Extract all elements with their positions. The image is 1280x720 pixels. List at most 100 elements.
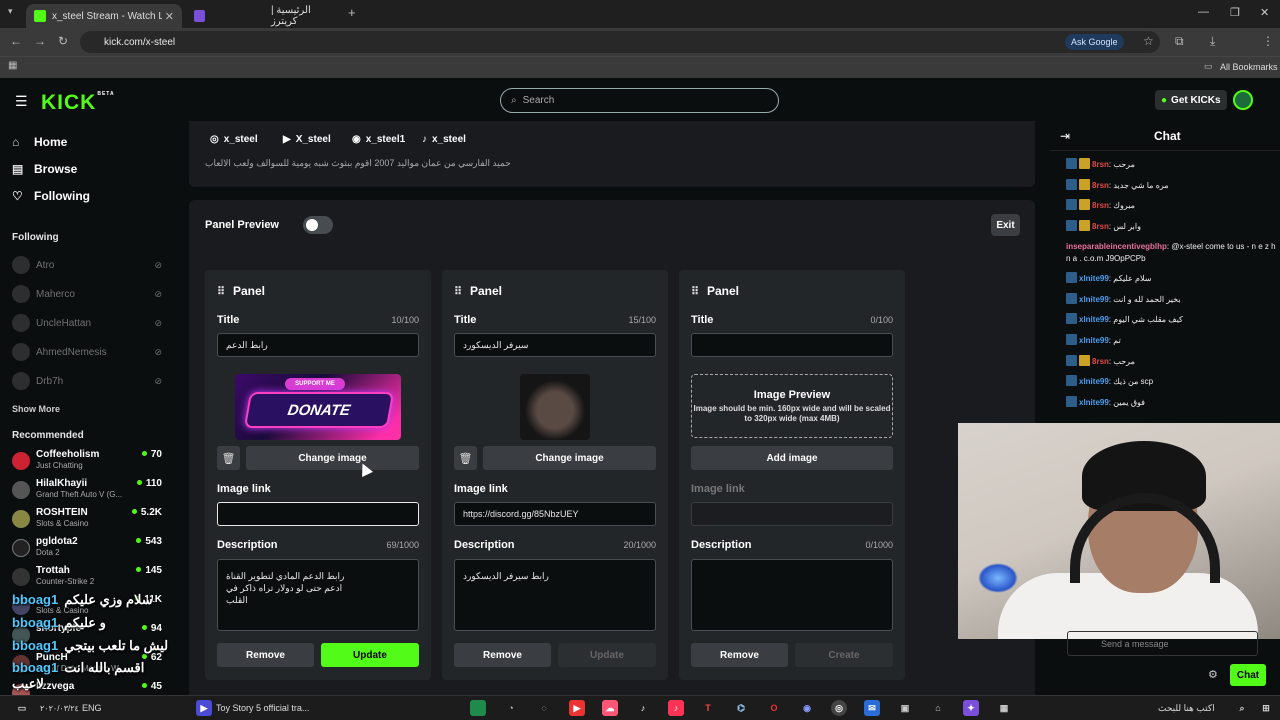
gear-icon[interactable]: ⚙ (1208, 668, 1218, 681)
change-image-button[interactable]: Change image (483, 446, 656, 470)
close-icon[interactable]: ✕ (165, 10, 174, 23)
change-image-button[interactable]: Change image (246, 446, 419, 470)
panel-header[interactable]: ⠿ Panel (217, 284, 265, 298)
url-field[interactable]: kick.com/x-steel Ask Google (80, 31, 1160, 53)
app-icon[interactable]: ◌ (536, 700, 552, 716)
chat-username[interactable]: xlnite99 (1079, 295, 1109, 304)
tab-kick[interactable]: x_steel Stream - Watch Live on Kick ✕ (26, 4, 182, 28)
following-item[interactable]: Maherco ⊘ (12, 285, 162, 303)
image-preview-dropzone[interactable]: Image Preview Image should be min. 160px… (691, 374, 893, 438)
chat-username[interactable]: xlnite99 (1079, 377, 1109, 386)
chat-send-button[interactable]: Chat (1230, 664, 1266, 686)
download-icon[interactable]: ⤓ (1210, 34, 1215, 49)
create-button[interactable]: Create (795, 643, 893, 667)
tiktok-icon[interactable]: ♪ (635, 700, 651, 716)
drag-handle-icon[interactable]: ⠿ (691, 285, 699, 298)
panel-preview-toggle[interactable] (303, 216, 333, 234)
star-icon[interactable]: ☆ (1143, 34, 1154, 48)
get-kicks-button[interactable]: ● Get KICKs (1155, 90, 1227, 110)
remove-button[interactable]: Remove (454, 643, 551, 667)
social-link-tiktok[interactable]: ♪ x_steel (422, 134, 466, 145)
image-link-input[interactable] (217, 502, 419, 526)
following-item[interactable]: Drb7h ⊘ (12, 372, 162, 390)
recommended-item[interactable]: pgldota2 Dota 2 543 (12, 536, 162, 562)
language-indicator[interactable]: ENG (82, 703, 102, 713)
following-item[interactable]: AhmedNemesis ⊘ (12, 343, 162, 361)
sidebar-item-following[interactable]: ♡ Following (12, 189, 90, 203)
soundcloud-icon[interactable]: ☁ (602, 700, 618, 716)
panel-header[interactable]: ⠿ Panel (454, 284, 502, 298)
store-icon[interactable]: ▣ (897, 700, 913, 716)
image-link-input[interactable]: https://discord.gg/85NbzUEY (454, 502, 656, 526)
social-link-discord[interactable]: ◉ x_steel1 (352, 134, 405, 145)
chat-username[interactable]: xlnite99 (1079, 398, 1109, 407)
copilot-icon[interactable]: ✦ (963, 700, 979, 716)
recommended-item[interactable]: ROSHTEIN Slots & Casino 5.2K (12, 507, 162, 533)
taskbar-search[interactable]: اكتب هنا للبحث (1158, 703, 1215, 714)
new-tab-icon[interactable]: + (348, 5, 356, 20)
speedometer-icon[interactable]: ◔ (503, 700, 519, 716)
collapse-chat-icon[interactable]: ⇥ (1060, 129, 1070, 143)
update-button[interactable]: Update (558, 643, 656, 667)
opera-icon[interactable]: O (766, 700, 782, 716)
media-title[interactable]: Toy Story 5 official tra... (216, 703, 309, 713)
chat-username[interactable]: xlnite99 (1079, 315, 1109, 324)
chat-message-input[interactable]: Send a message (1067, 631, 1258, 656)
chat-username[interactable]: 8rsn (1092, 160, 1109, 169)
recommended-item[interactable]: Trottah Counter-Strike 2 145 (12, 565, 162, 591)
all-bookmarks-link[interactable]: All Bookmarks (1220, 62, 1278, 72)
image-link-input[interactable] (691, 502, 893, 526)
show-more-link[interactable]: Show More (12, 404, 60, 414)
chat-username[interactable]: 8rsn (1092, 201, 1109, 210)
widgets-icon[interactable]: ▦ (996, 700, 1012, 716)
app-icon[interactable]: T (700, 700, 716, 716)
delete-image-button[interactable]: 🗑 (217, 446, 240, 470)
chat-username[interactable]: xlnite99 (1079, 336, 1109, 345)
chat-username[interactable]: 8rsn (1092, 357, 1109, 366)
steam-icon[interactable]: ⌬ (733, 700, 749, 716)
search-input[interactable]: ⌕ Search (500, 88, 779, 113)
back-icon[interactable]: ← (10, 34, 22, 48)
description-textarea[interactable]: رابط الدعم المادي لتطوير القناة ادعم حتى… (217, 559, 419, 631)
remove-button[interactable]: Remove (217, 643, 314, 667)
chat-username[interactable]: inseparableincentivegblhp (1066, 242, 1167, 251)
add-image-button[interactable]: Add image (691, 446, 893, 470)
sidebar-item-home[interactable]: ⌂ Home (12, 135, 67, 149)
outlook-icon[interactable]: ✉ (864, 700, 880, 716)
panel-header[interactable]: ⠿ Panel (691, 284, 739, 298)
following-item[interactable]: UncleHattan ⊘ (12, 314, 162, 332)
social-link-youtube[interactable]: ▶ X_steel (283, 134, 331, 145)
delete-image-button[interactable]: 🗑 (454, 446, 477, 470)
title-input[interactable]: سيرفر الديسكورد (454, 333, 656, 357)
app-icon[interactable] (470, 700, 486, 716)
files-icon[interactable]: ⌂ (930, 700, 946, 716)
windows-start-icon[interactable]: ⊞ (1258, 700, 1274, 716)
hamburger-menu-icon[interactable]: ☰ (15, 93, 28, 110)
chat-username[interactable]: xlnite99 (1079, 274, 1109, 283)
description-textarea[interactable]: رابط سيرفر الديسكورد (454, 559, 656, 631)
app-icon[interactable]: ♪ (668, 700, 684, 716)
drag-handle-icon[interactable]: ⠿ (217, 285, 225, 298)
close-window-icon[interactable]: ✕ (1260, 6, 1269, 19)
recommended-item[interactable]: Coffeeholism Just Chatting 70 (12, 449, 162, 475)
extensions-icon[interactable]: ⧉ (1175, 34, 1184, 49)
ask-google-button[interactable]: Ask Google (1065, 34, 1124, 50)
recommended-item[interactable]: HilalKhayii Grand Theft Auto V (G... 110 (12, 478, 162, 504)
title-input[interactable] (691, 333, 893, 357)
sidebar-item-browse[interactable]: ▤ Browse (12, 162, 77, 176)
exit-button[interactable]: Exit (991, 214, 1020, 236)
kick-logo[interactable]: KICKBETA (41, 91, 115, 115)
social-link-instagram[interactable]: ◎ x_steel (210, 134, 258, 145)
minimize-icon[interactable]: — (1198, 6, 1209, 18)
description-textarea[interactable] (691, 559, 893, 631)
restore-icon[interactable]: ❐ (1230, 6, 1240, 19)
reload-icon[interactable]: ↻ (58, 34, 68, 48)
discord-icon[interactable]: ◉ (799, 700, 815, 716)
update-button[interactable]: Update (321, 643, 419, 667)
menu-icon[interactable]: ⋮ (1262, 34, 1274, 48)
remove-button[interactable]: Remove (691, 643, 788, 667)
drag-handle-icon[interactable]: ⠿ (454, 285, 462, 298)
chat-username[interactable]: 8rsn (1092, 181, 1109, 190)
title-input[interactable]: رابط الدعم (217, 333, 419, 357)
tab-critters[interactable]: الرئيسية | كريترز (186, 4, 342, 28)
